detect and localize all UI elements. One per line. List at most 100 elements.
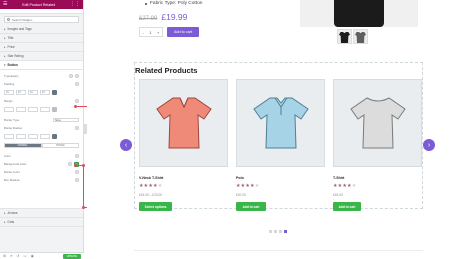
- layers-icon[interactable]: ≡: [10, 254, 12, 258]
- link-values-icon[interactable]: [52, 107, 57, 112]
- responsive-mode-icon[interactable]: ▭: [23, 254, 26, 258]
- product-image[interactable]: [139, 79, 228, 167]
- caret-right-icon: ▸: [4, 220, 6, 224]
- carousel-dot[interactable]: [274, 230, 277, 233]
- preview-icon[interactable]: ◉: [31, 254, 34, 258]
- add-to-cart-button[interactable]: Add to cart: [236, 202, 266, 211]
- radius-top-input[interactable]: [4, 134, 14, 139]
- panel-footer: ⚙ ≡ ↺ ▭ ◉ UPDATE: [0, 252, 84, 259]
- product-feature: Fabric Type: Poly Cotton: [145, 1, 202, 6]
- add-to-cart-button[interactable]: Add to cart: [167, 27, 199, 37]
- section-label: Arrows: [7, 211, 18, 215]
- control-label: Border Color: [4, 170, 20, 174]
- quantity-stepper[interactable]: - 1 +: [139, 27, 163, 37]
- product-price: £15.00 – £20.00: [139, 193, 163, 197]
- search-icon: [7, 18, 10, 21]
- globe-icon[interactable]: [68, 162, 72, 166]
- annotation-arrow: [81, 164, 85, 207]
- section-dots[interactable]: ▸ Dots: [0, 218, 83, 227]
- section-star-rating[interactable]: ▸ Star Rating: [0, 52, 83, 61]
- qty-minus[interactable]: -: [143, 30, 144, 35]
- panel-tabs[interactable]: [0, 9, 83, 14]
- history-icon[interactable]: ↺: [16, 254, 19, 258]
- carousel-dot[interactable]: [269, 230, 272, 233]
- color-picker-swatch[interactable]: [75, 170, 79, 174]
- section-price[interactable]: ▸ Price: [0, 43, 83, 52]
- product-name[interactable]: T-Shirt: [333, 176, 344, 180]
- margin-top-input[interactable]: [4, 107, 14, 112]
- tab-normal[interactable]: NORMAL: [4, 143, 42, 148]
- section-label: Button: [7, 63, 18, 67]
- section-arrows[interactable]: ▸ Arrows: [0, 209, 83, 218]
- tab-hover[interactable]: HOVER: [41, 143, 79, 148]
- radius-right-input[interactable]: [16, 134, 26, 139]
- carousel-dot-active[interactable]: [284, 230, 287, 233]
- product-thumbnail[interactable]: [353, 29, 368, 44]
- section-button[interactable]: ▾ Button: [0, 61, 83, 70]
- carousel-dots: [269, 230, 287, 233]
- feature-text: Fabric Type: Poly Cotton: [150, 1, 203, 6]
- pencil-icon[interactable]: [75, 178, 79, 182]
- section-label: Dots: [7, 220, 15, 224]
- tshirt-thumbnail: [339, 32, 350, 43]
- product-main-image[interactable]: [300, 0, 418, 27]
- typography-control[interactable]: Typography: [4, 72, 79, 80]
- padding-bottom-input[interactable]: 10: [28, 90, 38, 95]
- button-style-controls: Typography Padding 10 10 10 10 Margin Bo…: [0, 70, 83, 209]
- responsive-icon[interactable]: [75, 126, 79, 130]
- control-label: Typography: [4, 74, 19, 78]
- section-images-and-tags[interactable]: ▸ Images and Tags: [0, 25, 83, 34]
- search-input[interactable]: [12, 17, 72, 22]
- update-button[interactable]: UPDATE: [62, 253, 81, 259]
- add-to-cart-button[interactable]: Add to cart: [333, 202, 361, 211]
- pencil-icon[interactable]: [75, 74, 79, 78]
- caret-down-icon: ▾: [4, 63, 6, 67]
- panel-header: ☰ Edit Product Related ⋮⋮: [0, 0, 83, 9]
- product-thumbnail[interactable]: [337, 29, 352, 44]
- padding-left-input[interactable]: 10: [40, 90, 50, 95]
- background-color-control: Background Color: [4, 160, 79, 168]
- color-picker-swatch[interactable]: [75, 154, 79, 158]
- grid-icon[interactable]: ⋮⋮: [70, 0, 80, 9]
- padding-right-input[interactable]: 10: [16, 90, 26, 95]
- border-type-control: Border Type None: [4, 116, 79, 124]
- padding-top-input[interactable]: 10: [4, 90, 14, 95]
- padding-inputs: 10 10 10 10: [4, 89, 79, 96]
- product-name[interactable]: Polo: [236, 176, 244, 180]
- qty-plus[interactable]: +: [157, 30, 159, 35]
- product-name[interactable]: V-Neck T-Shirt: [139, 176, 163, 180]
- select-options-button[interactable]: Select options: [139, 202, 172, 211]
- related-products-title: Related Products: [135, 66, 198, 75]
- editor-window: ☰ Edit Product Related ⋮⋮ ▸Images and Ta…: [0, 0, 474, 259]
- settings-icon[interactable]: ⚙: [3, 254, 6, 258]
- radius-bottom-input[interactable]: [28, 134, 38, 139]
- chevron-left-icon[interactable]: ‹: [120, 139, 132, 151]
- responsive-icon[interactable]: [75, 82, 79, 86]
- margin-left-input[interactable]: [40, 107, 50, 112]
- control-label: Padding: [4, 82, 15, 86]
- product-price: £18.00: [333, 193, 343, 197]
- section-title[interactable]: ▸ Title: [0, 34, 83, 43]
- product-image[interactable]: [236, 79, 325, 167]
- globe-icon[interactable]: [69, 74, 73, 78]
- product-price: £27.99 £19.99: [139, 12, 187, 22]
- carousel-dot[interactable]: [279, 230, 282, 233]
- section-label: Images and Tags: [7, 27, 32, 31]
- product-image[interactable]: [333, 79, 422, 167]
- margin-right-input[interactable]: [16, 107, 26, 112]
- widget-search[interactable]: [4, 16, 79, 23]
- stars-filled: ★★★★: [139, 183, 158, 189]
- qty-value[interactable]: 1: [149, 30, 151, 35]
- hamburger-icon[interactable]: ☰: [3, 0, 7, 9]
- link-values-icon[interactable]: [52, 90, 57, 95]
- margin-bottom-input[interactable]: [28, 107, 38, 112]
- radius-left-input[interactable]: [40, 134, 50, 139]
- border-radius-inputs: [4, 133, 79, 140]
- chevron-right-icon[interactable]: ›: [423, 139, 435, 151]
- responsive-icon[interactable]: [75, 99, 79, 103]
- border-type-select[interactable]: None: [53, 117, 79, 123]
- link-values-icon[interactable]: [52, 134, 57, 139]
- stars-empty: ★: [351, 183, 357, 189]
- star-rating: ★★★★★: [236, 183, 259, 189]
- caret-right-icon: ▸: [4, 211, 6, 215]
